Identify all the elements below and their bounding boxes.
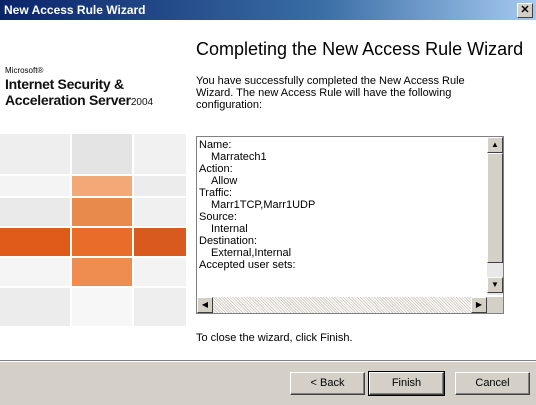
brand-company: Microsoft® <box>5 66 44 75</box>
summary-value: External,Internal <box>211 247 292 259</box>
tile <box>72 258 132 286</box>
close-button[interactable]: ✕ <box>517 3 533 18</box>
scroll-right-button[interactable]: ▶ <box>471 297 487 313</box>
tile <box>0 134 70 174</box>
tile <box>134 176 186 196</box>
tile <box>0 258 70 286</box>
horizontal-scrollbar[interactable]: ◀ ▶ <box>197 297 487 313</box>
tile <box>134 228 186 256</box>
summary-label: Source: <box>199 211 237 223</box>
summary-value: Marr1TCP,Marr1UDP <box>211 199 316 211</box>
intro-text: You have successfully completed the New … <box>196 75 465 111</box>
wizard-window: New Access Rule Wizard ✕ Microsoft® Inte… <box>0 0 536 405</box>
cancel-button[interactable]: Cancel <box>455 372 530 395</box>
arrow-up-icon: ▲ <box>491 140 499 149</box>
window-title: New Access Rule Wizard <box>4 3 146 17</box>
close-icon: ✕ <box>520 4 530 16</box>
tile <box>72 134 132 174</box>
tile <box>72 176 132 196</box>
tile <box>0 228 70 256</box>
tile <box>134 288 186 326</box>
close-instruction: To close the wizard, click Finish. <box>196 332 353 344</box>
summary-label: Accepted user sets: <box>199 259 296 271</box>
back-button[interactable]: < Back <box>290 372 365 395</box>
summary-list: Name: Marratech1 Action: Allow Traffic: … <box>199 139 481 295</box>
arrow-down-icon: ▼ <box>491 280 499 289</box>
brand-product-line2: Acceleration Server2004 <box>5 92 153 108</box>
vertical-scrollbar[interactable]: ▲ ▼ <box>487 137 503 295</box>
tile <box>0 198 70 226</box>
tile <box>0 288 70 326</box>
page-title: Completing the New Access Rule Wizard <box>196 39 524 59</box>
scroll-up-button[interactable]: ▲ <box>487 137 503 153</box>
summary-label: Destination: <box>199 235 258 247</box>
arrow-left-icon: ◀ <box>201 300 209 309</box>
arrow-right-icon: ▶ <box>475 300 483 309</box>
vertical-scroll-thumb[interactable] <box>487 153 503 263</box>
scrollbar-corner <box>487 297 503 313</box>
button-bar: < Back Finish Cancel <box>0 362 536 405</box>
decorative-tile-grid <box>0 134 186 359</box>
summary-label: Name: <box>199 139 232 151</box>
tile <box>72 198 132 226</box>
brand-product-year: 2004 <box>130 97 154 108</box>
summary-label: Action: <box>199 163 233 175</box>
tile <box>0 176 70 196</box>
tile <box>134 258 186 286</box>
tile <box>134 134 186 174</box>
summary-value: Allow <box>211 175 238 187</box>
brand-product-line1: Internet Security & <box>5 76 124 92</box>
tile <box>72 288 132 326</box>
title-bar[interactable]: New Access Rule Wizard ✕ <box>0 0 536 20</box>
summary-value: Marratech1 <box>211 151 267 163</box>
tile <box>134 198 186 226</box>
tile <box>72 228 132 256</box>
scroll-down-button[interactable]: ▼ <box>487 277 503 293</box>
wizard-banner: Microsoft® Internet Security & Accelerat… <box>0 20 186 360</box>
wizard-content: Completing the New Access Rule Wizard Yo… <box>196 20 528 360</box>
brand-product-name: Acceleration Server <box>5 92 131 108</box>
summary-value: Internal <box>211 223 248 235</box>
finish-button[interactable]: Finish <box>368 371 445 396</box>
configuration-summary[interactable]: Name: Marratech1 Action: Allow Traffic: … <box>196 136 504 314</box>
summary-label: Traffic: <box>199 187 233 199</box>
scroll-left-button[interactable]: ◀ <box>197 297 213 313</box>
